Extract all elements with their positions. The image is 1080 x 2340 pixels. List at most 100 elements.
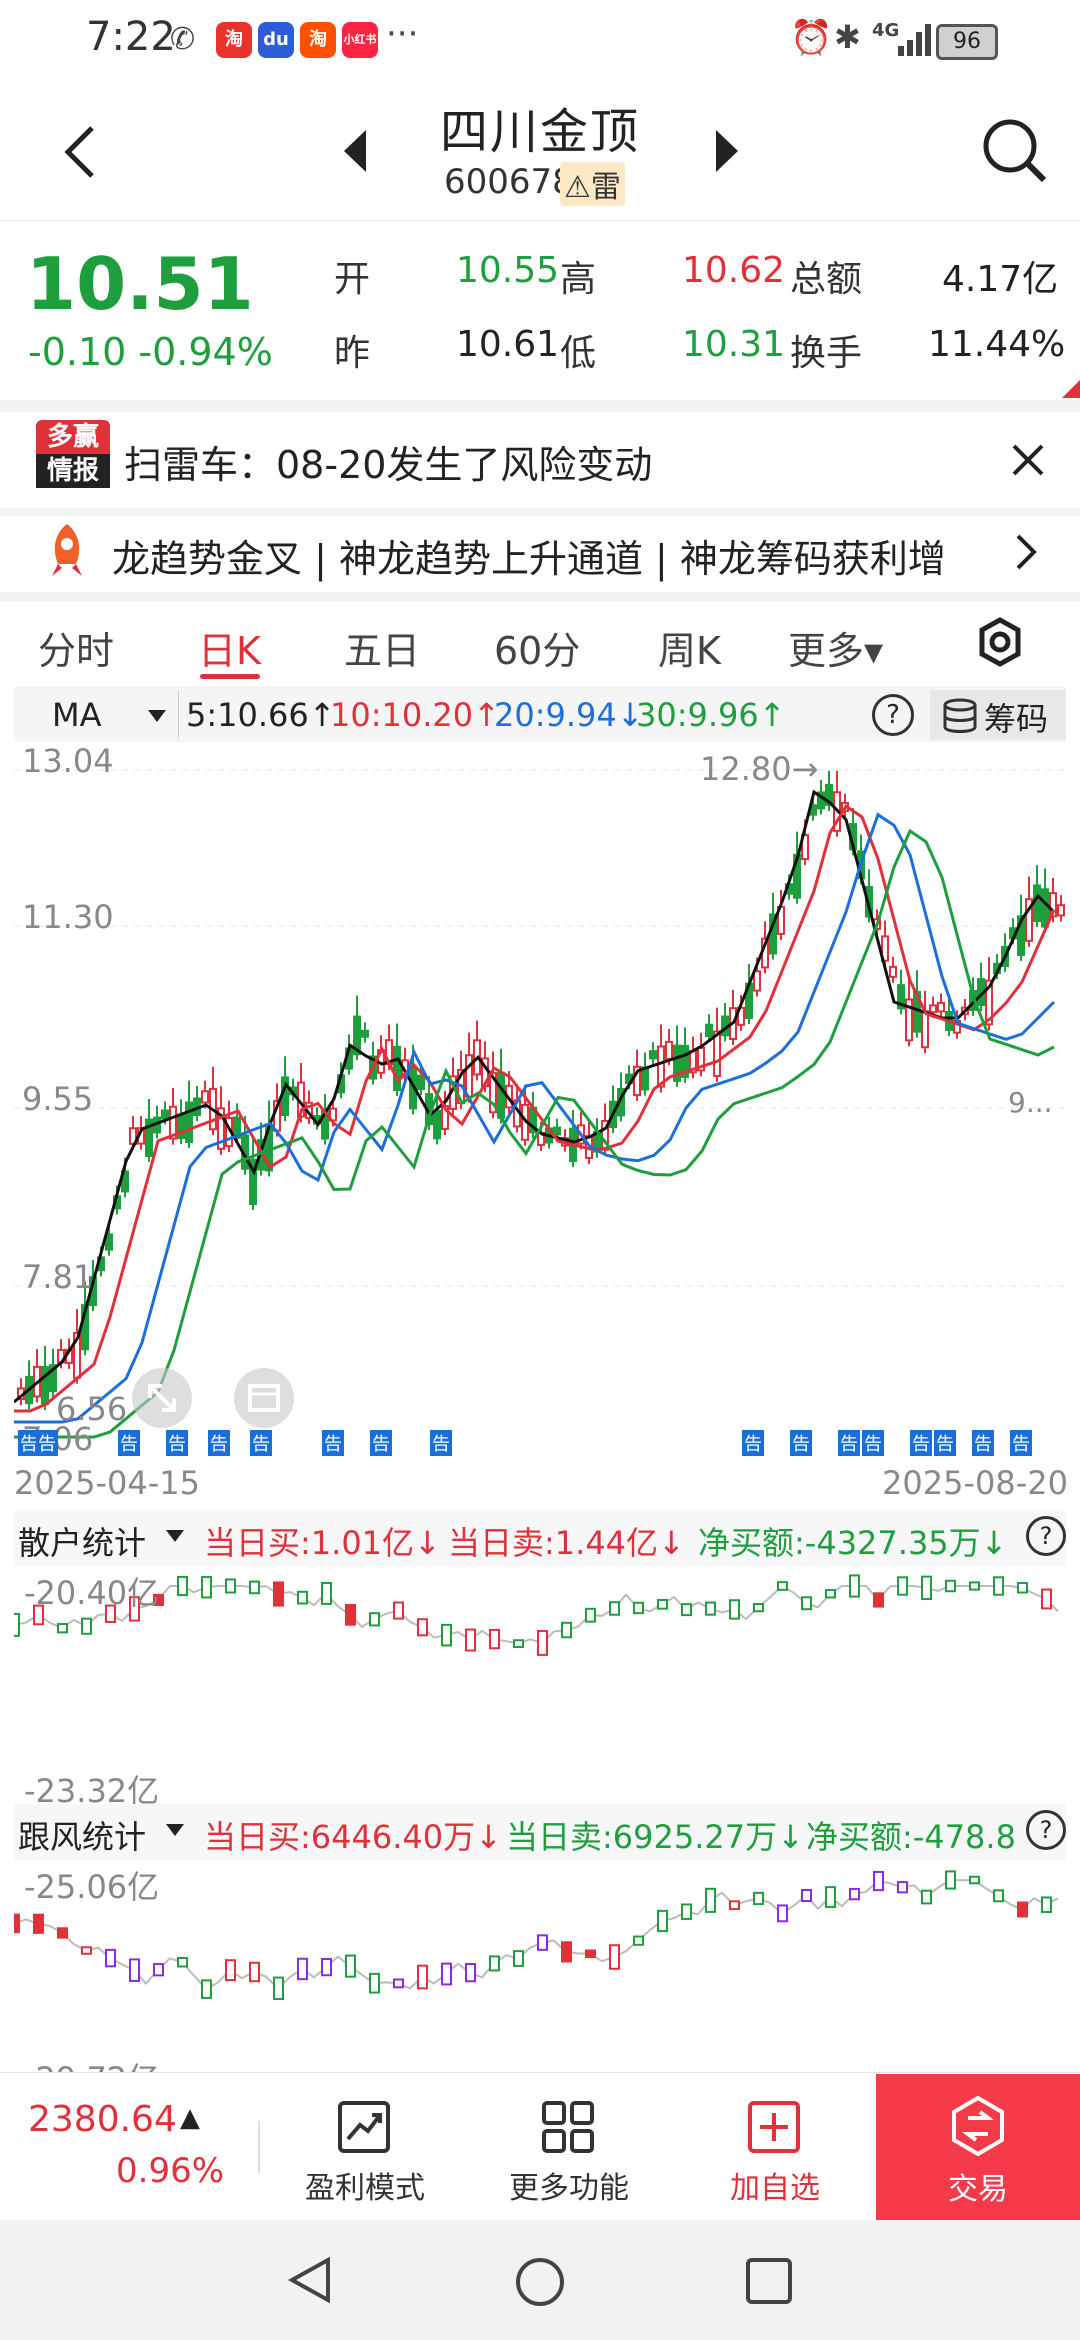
open-label: 开 (334, 259, 371, 300)
follow-help-icon[interactable]: ? (1026, 1810, 1066, 1850)
notice-marker[interactable]: 告 (1010, 1430, 1032, 1456)
more-functions-label[interactable]: 更多功能 (484, 2163, 654, 2207)
stock-header: 四川金顶 600678 ⚠雷 (0, 80, 1080, 220)
ma-selector[interactable]: MA (52, 696, 102, 734)
bar-mark (945, 1579, 956, 1593)
search-icon[interactable] (980, 116, 1050, 186)
notice-marker[interactable]: 告 (972, 1430, 994, 1456)
tab-1[interactable]: 日K (198, 620, 261, 675)
bar-mark (561, 1621, 572, 1639)
retail-help-icon[interactable]: ? (1026, 1516, 1066, 1556)
bar-mark (537, 1630, 548, 1656)
ma5-value: 5:10.66↑ (186, 696, 336, 734)
missed-call-icon: ✆ (170, 22, 196, 57)
bar-mark (441, 1962, 452, 1986)
chips-button[interactable]: 筹码 (930, 690, 1066, 740)
tab-4[interactable]: 周K (658, 620, 721, 675)
notice-marker[interactable]: 告 (118, 1430, 140, 1456)
bar-mark (729, 1900, 740, 1911)
notice-marker[interactable]: 告 (430, 1430, 452, 1456)
notice-marker[interactable]: 告 (208, 1430, 230, 1456)
ma-dropdown-icon[interactable] (146, 708, 168, 724)
notice-marker[interactable]: 告 (250, 1430, 272, 1456)
notice-marker[interactable]: 告 (322, 1430, 344, 1456)
next-stock-icon[interactable] (712, 126, 742, 176)
ma10-value: 10:10.20↑ (330, 696, 500, 734)
tab-0[interactable]: 分时 (38, 620, 114, 675)
signal-icon (898, 24, 931, 56)
stock-code: 600678 (444, 162, 574, 202)
profit-model-label[interactable]: 盈利模式 (280, 2163, 450, 2207)
tab-5[interactable]: 更多▾ (788, 620, 883, 675)
expand-button[interactable] (132, 1368, 192, 1428)
nav-home-icon[interactable] (512, 2254, 568, 2310)
bar-mark (705, 1601, 716, 1616)
add-watch-icon[interactable] (746, 2099, 802, 2155)
notice-marker[interactable]: 告 (862, 1430, 884, 1456)
status-more: ··· (386, 14, 419, 54)
bar-mark (921, 1575, 932, 1601)
bar-mark (297, 1957, 308, 1981)
help-icon[interactable]: ? (872, 694, 914, 736)
bar-mark (729, 1599, 740, 1620)
bar-mark (1017, 1901, 1028, 1918)
bar-mark (921, 1889, 932, 1905)
candle-body (1041, 888, 1049, 928)
trade-button[interactable]: 交易 (876, 2074, 1080, 2220)
notice-marker[interactable]: 告 (370, 1430, 392, 1456)
high-label: 高 (560, 259, 597, 300)
trend-line (14, 1878, 1059, 1991)
risk-badge[interactable]: ⚠雷 (560, 162, 625, 206)
bar-mark (633, 1935, 644, 1946)
notice-marker[interactable]: 告 (790, 1430, 812, 1456)
prev-close-label: 昨 (334, 333, 371, 374)
bar-mark (777, 1581, 788, 1591)
candle-body (161, 1109, 169, 1120)
kline-chart[interactable] (14, 742, 1066, 1458)
logo-top: 多赢 (36, 420, 110, 454)
start-date: 2025-04-15 (14, 1464, 200, 1502)
ma-tail-label: 9... (1008, 1086, 1053, 1119)
candle-body (417, 1074, 425, 1091)
bar-mark (345, 1603, 356, 1626)
bar-mark (249, 1961, 260, 1983)
notice-marker[interactable]: 告 (742, 1430, 764, 1456)
grid-icon[interactable] (540, 2099, 596, 2155)
turnover-label: 换手 (790, 333, 863, 374)
ma20-value: 20:9.94↓ (494, 696, 644, 734)
candle-body (1057, 904, 1065, 917)
chevron-right-icon[interactable] (1010, 532, 1040, 572)
index-value[interactable]: 2380.64 (28, 2099, 177, 2140)
nav-back-icon[interactable] (284, 2254, 336, 2306)
tab-2[interactable]: 五日 (344, 620, 420, 675)
tab-3[interactable]: 60分 (494, 620, 580, 675)
chart-trend-icon[interactable] (336, 2099, 392, 2155)
notice-marker[interactable]: 告 (838, 1430, 860, 1456)
follow-buy: 当日买:6446.40万↓ (204, 1818, 502, 1856)
follow-net: 净买额:-478.8 (806, 1818, 1016, 1856)
notice-marker[interactable]: 告 (910, 1430, 932, 1456)
candle-body (433, 1109, 441, 1140)
end-date: 2025-08-20 (882, 1464, 1068, 1502)
close-icon[interactable] (1008, 440, 1048, 480)
last-price: 10.51 (26, 242, 254, 326)
bar-mark (33, 1913, 44, 1934)
alarm-icon: ⏰ (790, 18, 833, 58)
bar-mark (993, 1576, 1004, 1596)
notice-marker[interactable]: 告 (934, 1430, 956, 1456)
retail-net: 净买额:-4327.35万↓ (698, 1524, 1008, 1562)
bar-mark (14, 1913, 20, 1934)
nav-recents-icon[interactable] (744, 2256, 794, 2306)
bar-mark (441, 1623, 452, 1647)
notice-marker[interactable]: 告 (166, 1430, 188, 1456)
bar-mark (321, 1581, 332, 1605)
notice-marker[interactable]: 告 (36, 1430, 58, 1456)
bar-mark (14, 1612, 20, 1637)
add-watch-label[interactable]: 加自选 (690, 2163, 860, 2207)
settings-icon[interactable] (976, 616, 1024, 668)
bar-mark (945, 1870, 956, 1890)
bar-mark (1041, 1588, 1052, 1610)
bar-mark (201, 1979, 212, 1999)
canvas-button[interactable] (234, 1368, 294, 1428)
bar-mark (57, 1623, 68, 1634)
